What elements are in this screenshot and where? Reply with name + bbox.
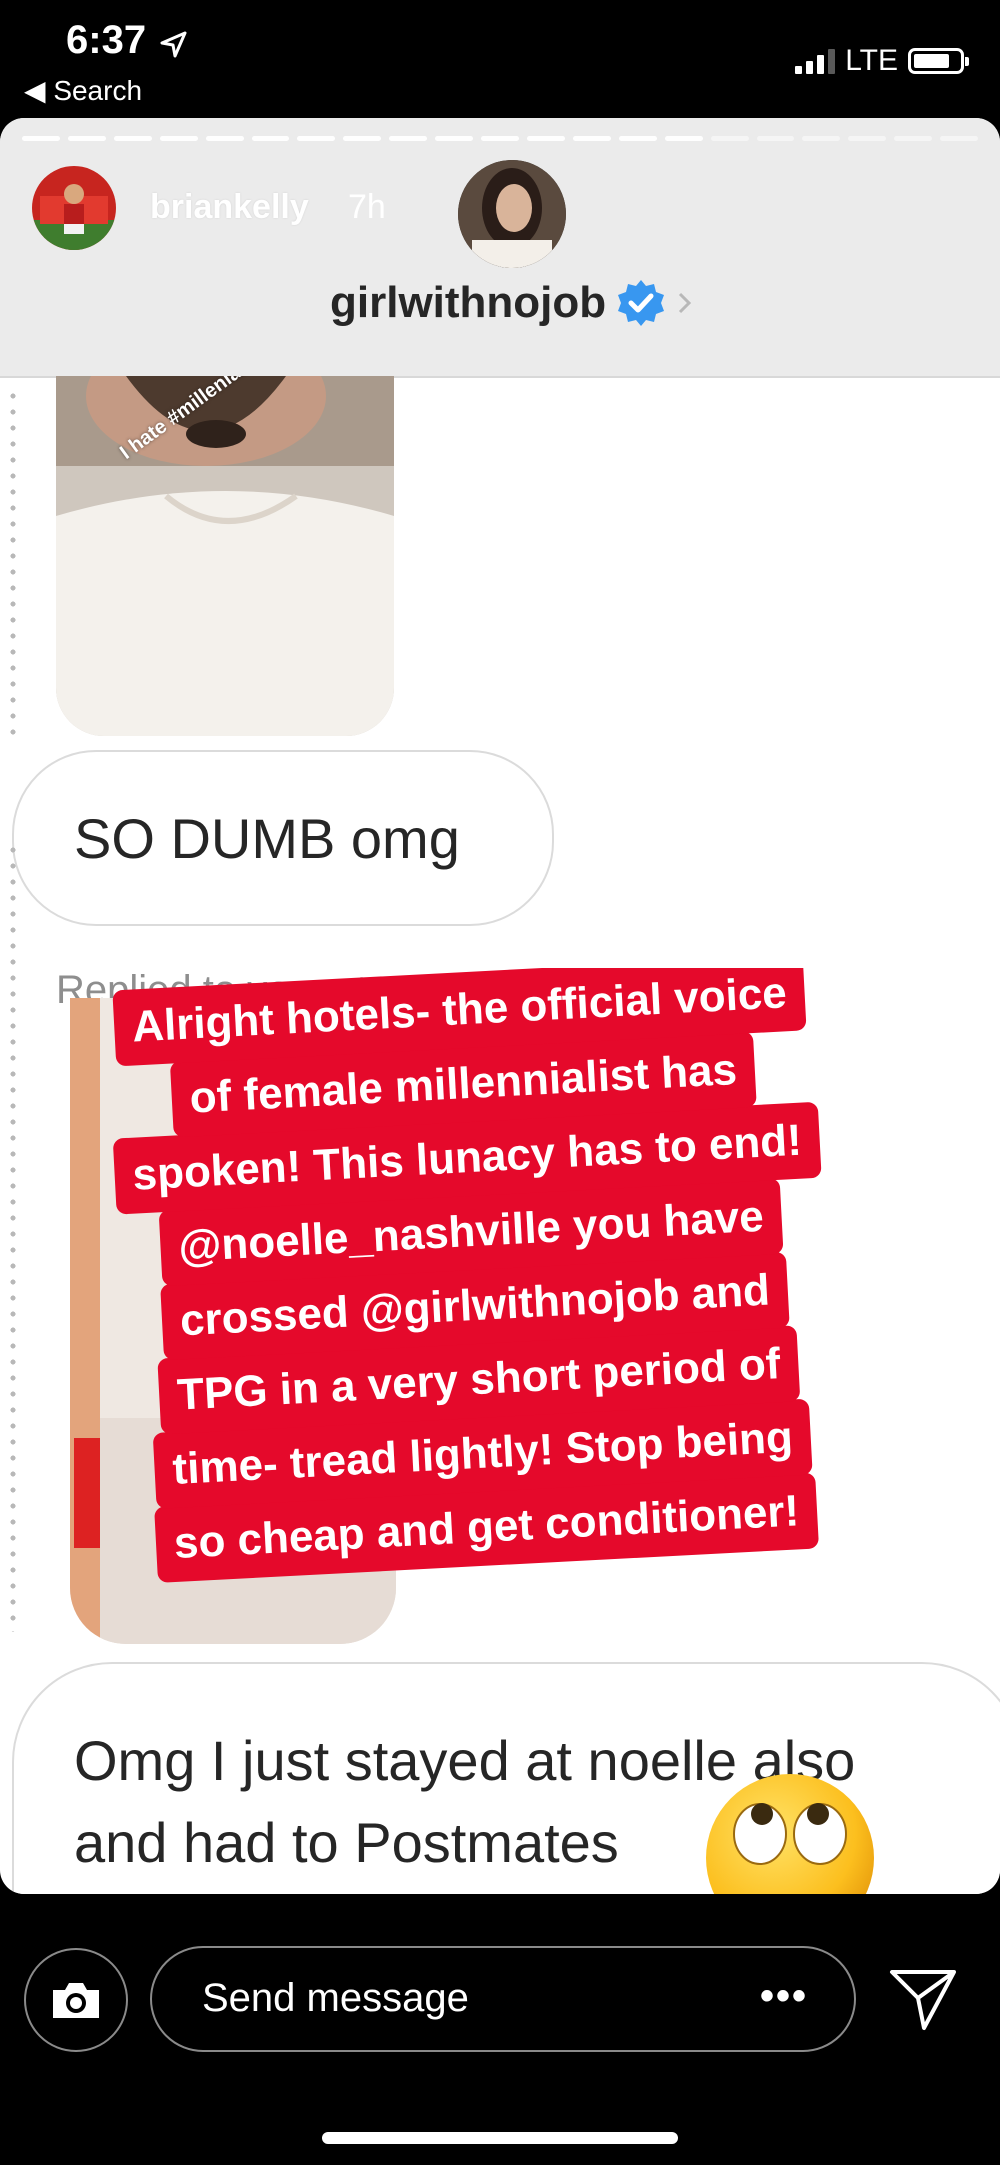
story-reply-card: briankelly 7h girlwithnojob I hate #mill…	[0, 118, 1000, 1894]
send-direct-icon[interactable]	[888, 1966, 958, 2032]
more-options-icon[interactable]: •••	[760, 1974, 808, 2019]
story-progress-segment	[67, 136, 106, 141]
camera-button[interactable]	[24, 1948, 128, 2052]
rolling-eyes-emoji-icon	[706, 1774, 874, 1894]
story-progress-segment	[710, 136, 749, 141]
story-progress-segment	[481, 136, 519, 141]
story-progress-segment	[251, 136, 290, 141]
home-indicator[interactable]	[322, 2132, 678, 2144]
status-time: 6:37	[66, 18, 147, 62]
story-progress-segment	[389, 136, 428, 141]
story-progress-segment	[802, 136, 841, 141]
location-arrow-icon	[160, 31, 187, 58]
story-caption-overlay: Alright hotels- the official voiceof fem…	[112, 968, 822, 1583]
user-avatar[interactable]	[32, 166, 116, 250]
status-indicators: LTE	[795, 44, 969, 78]
story-progress-segment	[618, 136, 657, 141]
thread-divider-line	[10, 842, 16, 1632]
story-progress-segment	[756, 136, 795, 141]
story-progress-segment	[435, 136, 474, 141]
signal-strength-icon	[795, 48, 836, 74]
thread-divider-line	[10, 388, 16, 736]
message-bubble: SO DUMB omg	[12, 750, 554, 926]
story-progress-segment	[343, 136, 382, 141]
story-progress-segment	[22, 136, 60, 141]
send-message-placeholder: Send message	[202, 1976, 469, 2020]
story-progress-segment	[848, 136, 887, 141]
story-progress-segment	[940, 136, 979, 141]
story-progress-segment	[894, 136, 933, 141]
story-time-ago: 7h	[348, 188, 386, 226]
story-header: briankelly 7h girlwithnojob	[0, 118, 1000, 378]
recipient-name[interactable]: girlwithnojob	[330, 278, 606, 328]
verified-badge-icon	[618, 280, 665, 326]
story-thumbnail[interactable]: I hate #millenial	[56, 376, 394, 736]
story-progress-segment	[113, 136, 152, 141]
story-progress-bar	[22, 136, 979, 141]
story-progress-segment	[297, 136, 336, 141]
story-progress-segment	[664, 136, 703, 141]
chevron-right-icon	[679, 292, 692, 314]
camera-icon	[53, 1983, 99, 2018]
back-to-search-link[interactable]: ◀ Search	[24, 74, 142, 107]
story-username[interactable]: briankelly	[150, 188, 309, 227]
story-progress-segment	[205, 136, 244, 141]
network-type: LTE	[845, 44, 898, 77]
recipient-avatar[interactable]	[458, 160, 566, 268]
story-progress-segment	[572, 136, 611, 141]
story-progress-segment	[526, 136, 565, 141]
battery-icon	[908, 48, 969, 74]
story-progress-segment	[159, 136, 198, 141]
recipient-row[interactable]: girlwithnojob	[330, 278, 694, 328]
